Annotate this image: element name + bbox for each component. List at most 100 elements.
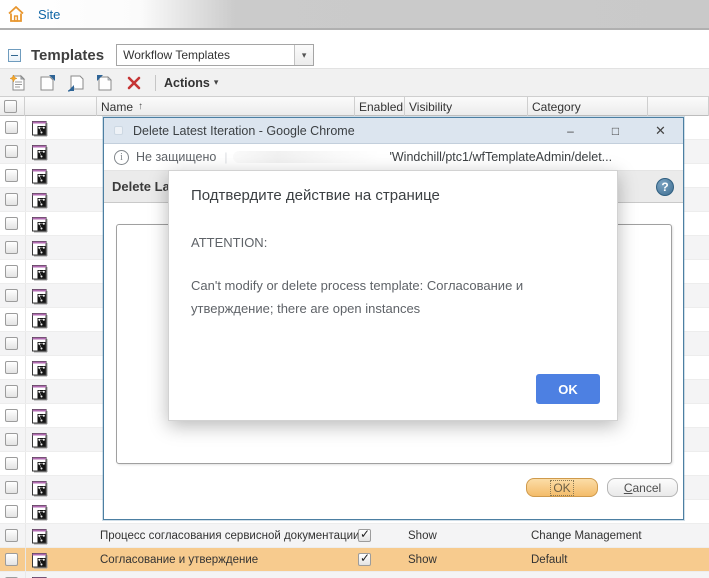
breadcrumb-site[interactable]: Site <box>38 7 60 22</box>
row-checkbox[interactable] <box>5 337 18 350</box>
check-icon: ✓ <box>360 527 371 541</box>
row-checkbox[interactable] <box>5 505 18 518</box>
row-checkbox[interactable] <box>5 529 18 542</box>
export-icon[interactable] <box>94 73 116 93</box>
paste-icon[interactable] <box>65 73 87 93</box>
visibility-value: Show <box>408 530 437 542</box>
popup-title-bar[interactable]: Delete Latest Iteration - Google Chrome … <box>104 118 683 144</box>
template-name[interactable]: Процесс согласования сервисной документа… <box>100 524 359 548</box>
dialog-title: Подтвердите действие на странице <box>191 187 440 204</box>
row-checkbox[interactable] <box>5 241 18 254</box>
row-checkbox[interactable] <box>5 121 18 134</box>
column-header-enabled[interactable]: Enabled <box>355 97 405 116</box>
copy-icon[interactable] <box>36 73 58 93</box>
name-header-label: Name <box>101 99 134 114</box>
windchill-app: Site Templates Workflow Templates ▾ Acti… <box>0 0 709 578</box>
select-all-checkbox[interactable] <box>4 100 17 113</box>
category-header-label: Category <box>532 99 581 114</box>
row-checkbox[interactable] <box>5 361 18 374</box>
visibility-value: Show <box>408 554 437 566</box>
maximize-icon[interactable]: □ <box>593 124 638 138</box>
column-header-name[interactable]: Name ↑ <box>97 97 355 116</box>
column-divider <box>25 188 26 211</box>
row-checkbox[interactable] <box>5 385 18 398</box>
column-divider <box>25 380 26 403</box>
category-value: Change Management <box>531 530 642 542</box>
help-icon[interactable]: ? <box>656 178 674 196</box>
column-divider <box>25 164 26 187</box>
windchill-page-title: Delete La <box>112 179 170 194</box>
dialog-message: Can't modify or delete process template:… <box>191 278 524 316</box>
workflow-template-icon <box>31 167 48 190</box>
minimize-icon[interactable]: – <box>548 124 593 138</box>
icon-column-header <box>25 97 97 116</box>
row-checkbox[interactable] <box>5 481 18 494</box>
workflow-template-icon <box>31 455 48 478</box>
visibility-header-label: Visibility <box>409 99 453 114</box>
info-icon[interactable]: i <box>114 149 129 165</box>
workflow-template-icon <box>31 431 48 454</box>
column-divider <box>25 452 26 475</box>
row-checkbox[interactable] <box>5 193 18 206</box>
workflow-template-icon <box>31 239 48 262</box>
template-name[interactable]: Согласование и утверждение <box>100 548 258 572</box>
column-divider <box>25 524 26 547</box>
column-divider <box>25 236 26 259</box>
column-divider <box>25 500 26 523</box>
row-checkbox[interactable] <box>5 217 18 230</box>
toolbar-divider <box>155 74 156 91</box>
close-icon[interactable]: ✕ <box>638 123 683 139</box>
windchill-cancel-label: Cancel <box>623 480 662 495</box>
windchill-ok-button[interactable]: OK <box>526 478 598 497</box>
column-header-visibility[interactable]: Visibility <box>405 97 528 116</box>
row-checkbox[interactable] <box>5 265 18 278</box>
not-secure-label: Не защищено <box>136 150 217 164</box>
workflow-template-icon <box>31 551 48 574</box>
actions-label: Actions <box>164 75 210 90</box>
table-row[interactable]: Процесс согласования сервисной документа… <box>0 524 709 548</box>
workflow-template-icon <box>31 359 48 382</box>
column-divider <box>25 404 26 427</box>
row-checkbox[interactable] <box>5 169 18 182</box>
home-icon[interactable] <box>6 4 26 24</box>
workflow-template-icon <box>31 143 48 166</box>
collapse-icon[interactable] <box>8 48 21 62</box>
column-divider <box>25 356 26 379</box>
dialog-ok-button[interactable]: OK <box>536 374 600 404</box>
workflow-template-icon <box>31 383 48 406</box>
workflow-template-icon <box>31 503 48 526</box>
address-bar[interactable]: i Не защищено | 'Windchill/ptc1/wfTempla… <box>104 144 683 171</box>
chevron-down-icon[interactable]: ▾ <box>294 45 314 65</box>
row-checkbox[interactable] <box>5 409 18 422</box>
windchill-cancel-button[interactable]: Cancel <box>607 478 678 497</box>
table-toolbar: Actions ▾ <box>0 68 709 96</box>
column-divider <box>25 572 26 578</box>
row-checkbox[interactable] <box>5 457 18 470</box>
dialog-attention-line: ATTENTION: <box>191 235 268 250</box>
column-header-category[interactable]: Category <box>528 97 648 116</box>
workflow-template-icon <box>31 287 48 310</box>
workflow-template-icon <box>31 479 48 502</box>
column-divider <box>25 332 26 355</box>
table-header: Name ↑ Enabled Visibility Category <box>0 96 709 116</box>
row-checkbox[interactable] <box>5 289 18 302</box>
enabled-checkbox[interactable]: ✓ <box>358 551 371 566</box>
row-checkbox[interactable] <box>5 433 18 446</box>
workflow-template-icon <box>31 311 48 334</box>
row-checkbox[interactable] <box>5 553 18 566</box>
delete-icon[interactable] <box>123 73 145 93</box>
actions-menu-button[interactable]: Actions ▾ <box>164 76 218 90</box>
check-icon: ✓ <box>360 551 371 565</box>
popup-window-title: Delete Latest Iteration - Google Chrome <box>133 123 355 138</box>
row-checkbox[interactable] <box>5 313 18 326</box>
table-row[interactable] <box>0 572 709 578</box>
new-template-icon[interactable] <box>7 73 29 93</box>
sort-ascending-icon: ↑ <box>138 101 144 112</box>
table-row[interactable]: Согласование и утверждение ✓ Show Default <box>0 548 709 572</box>
enabled-header-label: Enabled <box>359 99 404 114</box>
row-checkbox[interactable] <box>5 145 18 158</box>
column-header-extra <box>648 97 709 116</box>
workflow-template-icon <box>31 263 48 286</box>
enabled-checkbox[interactable]: ✓ <box>358 527 371 542</box>
template-type-dropdown[interactable]: Workflow Templates ▾ <box>116 44 315 66</box>
